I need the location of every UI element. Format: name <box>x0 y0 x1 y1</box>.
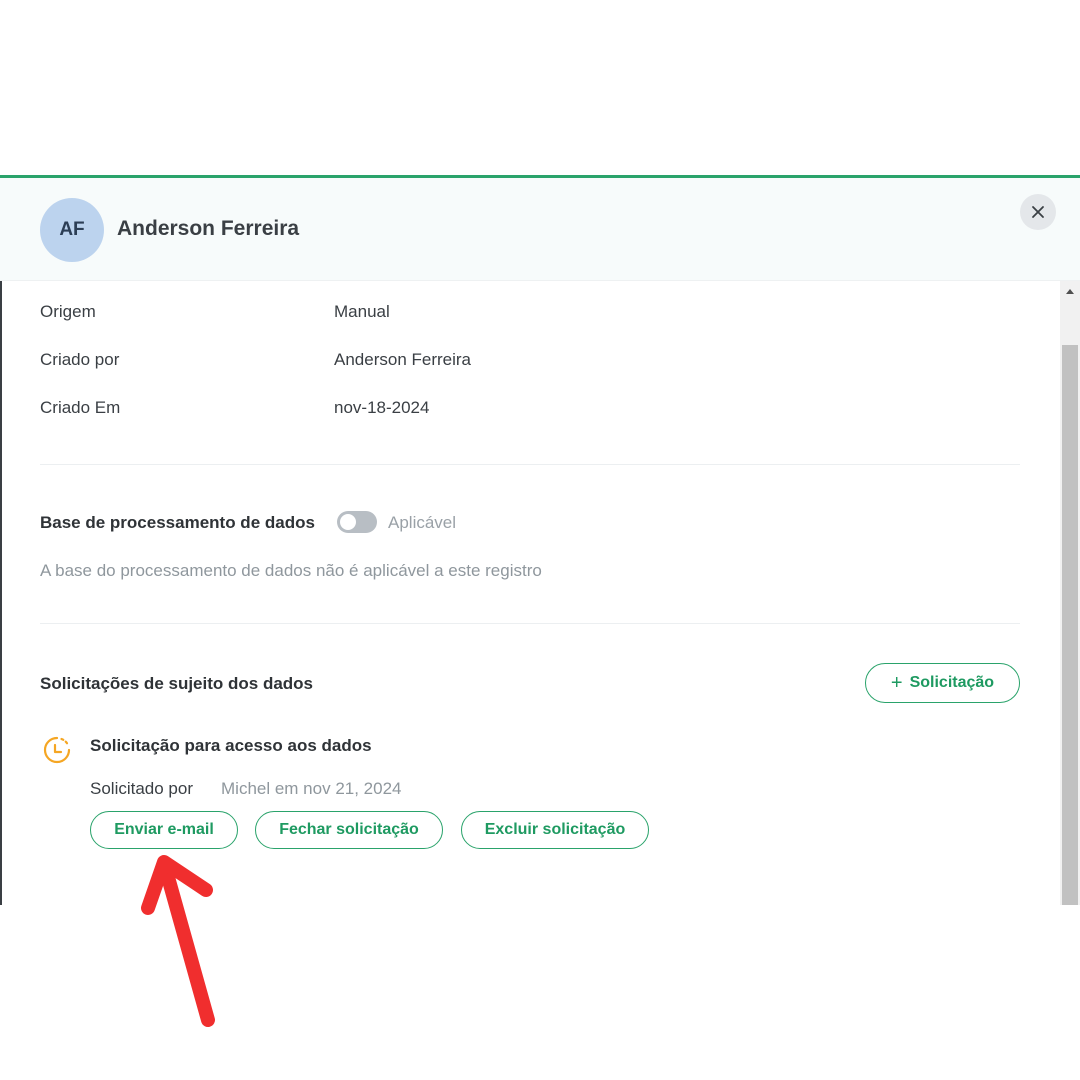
record-name: Anderson Ferreira <box>117 217 300 240</box>
add-request-button[interactable]: + Solicitação <box>865 663 1020 703</box>
detail-value: Anderson Ferreira <box>334 350 472 369</box>
processing-basis-title: Base de processamento de dados <box>40 513 315 532</box>
close-icon <box>1032 206 1044 218</box>
detail-label: Criado por <box>40 350 120 369</box>
delete-request-button[interactable]: Excluir solicitação <box>461 811 649 849</box>
requested-by-label: Solicitado por <box>90 779 194 798</box>
close-button[interactable] <box>1020 194 1056 230</box>
panel-header: AF Anderson Ferreira <box>0 178 1080 281</box>
detail-value: nov-18-2024 <box>334 398 430 417</box>
plus-icon: + <box>890 671 903 694</box>
record-detail-panel: AF Anderson Ferreira Origem Manual Criad… <box>0 175 1080 905</box>
applicable-toggle[interactable] <box>337 511 377 533</box>
section-divider <box>40 623 1020 624</box>
scrollbar-thumb[interactable] <box>1062 345 1078 905</box>
detail-label: Origem <box>40 302 96 321</box>
add-request-label: Solicitação <box>909 674 995 691</box>
requested-by-value: Michel em nov 21, 2024 <box>221 779 402 798</box>
send-email-button[interactable]: Enviar e-mail <box>90 811 238 849</box>
request-title: Solicitação para acesso aos dados <box>90 736 372 755</box>
toggle-knob <box>340 514 356 530</box>
detail-value: Manual <box>334 302 390 321</box>
section-divider <box>40 464 1020 465</box>
screenshot-stage: AF Anderson Ferreira Origem Manual Criad… <box>0 0 1080 1080</box>
scroll-up-arrow-icon[interactable] <box>1060 287 1080 301</box>
close-request-button[interactable]: Fechar solicitação <box>255 811 443 849</box>
avatar: AF <box>40 198 104 262</box>
detail-label: Criado Em <box>40 398 121 417</box>
annotation-arrow-icon <box>141 855 215 1027</box>
applicable-toggle-label: Aplicável <box>388 513 457 532</box>
panel-content: Origem Manual Criado por Anderson Ferrei… <box>0 281 1060 905</box>
processing-basis-note: A base do processamento de dados não é a… <box>40 561 542 580</box>
data-subject-requests-title: Solicitações de sujeito dos dados <box>40 674 314 693</box>
vertical-scrollbar[interactable] <box>1060 281 1080 905</box>
clock-icon <box>43 736 71 764</box>
